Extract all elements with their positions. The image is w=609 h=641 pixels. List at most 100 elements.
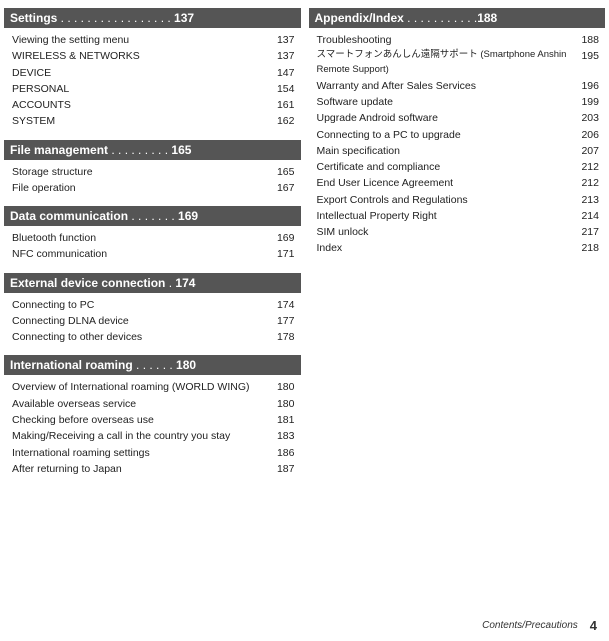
entry-title: Index xyxy=(317,240,572,256)
section-content-external-device: Connecting to PC174Connecting DLNA devic… xyxy=(4,295,301,352)
entry-title: Checking before overseas use xyxy=(12,412,267,428)
entry-page: 181 xyxy=(267,412,295,428)
entry-title: PERSONAL xyxy=(12,81,267,97)
entry-page: 161 xyxy=(267,97,295,113)
entry-title: Troubleshooting xyxy=(317,32,572,48)
entry-page: 217 xyxy=(571,224,599,240)
entry-page: 203 xyxy=(571,110,599,126)
entry-page: 171 xyxy=(267,246,295,262)
appendix-header: Appendix/Index . . . . . . . . . . .188 xyxy=(309,8,606,28)
entry-title: NFC communication xyxy=(12,246,267,262)
entry-page: 174 xyxy=(267,297,295,313)
footer-label: Contents/Precautions xyxy=(482,620,578,631)
appendix-title: Appendix/Index xyxy=(315,11,404,25)
entry-page: 213 xyxy=(571,192,599,208)
section-content-file-management: Storage structure165File operation167 xyxy=(4,162,301,203)
entry-title: Bluetooth function xyxy=(12,230,267,246)
section-file-management: File management . . . . . . . . . 165Sto… xyxy=(4,140,301,203)
toc-entry: Viewing the setting menu137 xyxy=(12,32,295,48)
section-header-data-communication: Data communication . . . . . . . 169 xyxy=(4,206,301,226)
toc-entry: Making/Receiving a call in the country y… xyxy=(12,428,295,444)
toc-entry: Export Controls and Regulations213 xyxy=(317,192,600,208)
entry-page: 165 xyxy=(267,164,295,180)
entry-title: Warranty and After Sales Services xyxy=(317,78,572,94)
section-international-roaming: International roaming . . . . . . 180 Ove… xyxy=(4,355,301,483)
entry-title: End User Licence Agreement xyxy=(317,175,572,191)
entry-page: 180 xyxy=(267,396,295,412)
entry-page: 206 xyxy=(571,127,599,143)
toc-entry: Certificate and compliance212 xyxy=(317,159,600,175)
entry-page: 178 xyxy=(267,329,295,345)
section-header-international-roaming: International roaming . . . . . . 180 xyxy=(4,355,301,375)
entry-page: 187 xyxy=(267,461,295,477)
entry-page: 212 xyxy=(571,175,599,191)
toc-entry: Intellectual Property Right214 xyxy=(317,208,600,224)
entry-page: 147 xyxy=(267,65,295,81)
section-header-page: 180 xyxy=(176,358,196,372)
entry-title: Overview of International roaming (WORLD… xyxy=(12,379,267,395)
entry-title: Certificate and compliance xyxy=(317,159,572,175)
entry-title: スマートフォンあんしん遠隔サポート (Smartphone Anshin Rem… xyxy=(317,48,572,77)
entry-title: Export Controls and Regulations xyxy=(317,192,572,208)
toc-entry: Connecting to a PC to upgrade206 xyxy=(317,127,600,143)
entry-title: File operation xyxy=(12,180,267,196)
entry-title: Viewing the setting menu xyxy=(12,32,267,48)
toc-entry: After returning to Japan187 xyxy=(12,461,295,477)
toc-entry: Troubleshooting188 xyxy=(317,32,600,48)
toc-entry: Upgrade Android software203 xyxy=(317,110,600,126)
section-content-data-communication: Bluetooth function169NFC communication17… xyxy=(4,228,301,269)
entry-title: ACCOUNTS xyxy=(12,97,267,113)
toc-entry: SYSTEM162 xyxy=(12,113,295,129)
toc-entry: ACCOUNTS161 xyxy=(12,97,295,113)
entry-page: 218 xyxy=(571,240,599,256)
section-header-title: International roaming xyxy=(10,358,133,372)
footer-page-number: 4 xyxy=(590,618,597,633)
entry-page: 214 xyxy=(571,208,599,224)
entry-title: Main specification xyxy=(317,143,572,159)
appendix-content: Troubleshooting188スマートフォンあんしん遠隔サポート (Sma… xyxy=(309,30,606,263)
section-external-device: External device connection . 174Connecti… xyxy=(4,273,301,352)
entry-page: 154 xyxy=(267,81,295,97)
entry-title: Upgrade Android software xyxy=(317,110,572,126)
entry-title: Making/Receiving a call in the country y… xyxy=(12,428,267,444)
entry-title: Connecting DLNA device xyxy=(12,313,267,329)
entry-page: 167 xyxy=(267,180,295,196)
toc-entry: End User Licence Agreement212 xyxy=(317,175,600,191)
section-header-title: Data communication xyxy=(10,209,128,223)
toc-entry: Storage structure165 xyxy=(12,164,295,180)
section-header-dots: . xyxy=(165,276,175,290)
section-content-settings: Viewing the setting menu137WIRELESS & NE… xyxy=(4,30,301,136)
toc-entry: Checking before overseas use181 xyxy=(12,412,295,428)
entry-page: 199 xyxy=(571,94,599,110)
entry-title: Software update xyxy=(317,94,572,110)
toc-entry: Index218 xyxy=(317,240,600,256)
section-header-dots: . . . . . . . . . xyxy=(108,143,171,157)
entry-title: International roaming settings xyxy=(12,445,267,461)
entry-page: 188 xyxy=(571,32,599,48)
section-header-page: 174 xyxy=(175,276,195,290)
entry-title: After returning to Japan xyxy=(12,461,267,477)
entry-page: 207 xyxy=(571,143,599,159)
toc-entry: Overview of International roaming (WORLD… xyxy=(12,379,295,395)
section-header-title: External device connection xyxy=(10,276,165,290)
toc-entry: Bluetooth function169 xyxy=(12,230,295,246)
toc-entry: NFC communication171 xyxy=(12,246,295,262)
left-column: Settings . . . . . . . . . . . . . . . .… xyxy=(0,8,305,487)
toc-entry: WIRELESS & NETWORKS137 xyxy=(12,48,295,64)
entry-page: 183 xyxy=(267,428,295,444)
footer: Contents/Precautions 4 xyxy=(482,618,597,633)
toc-entry: File operation167 xyxy=(12,180,295,196)
entry-page: 169 xyxy=(267,230,295,246)
section-header-file-management: File management . . . . . . . . . 165 xyxy=(4,140,301,160)
entry-title: Intellectual Property Right xyxy=(317,208,572,224)
section-data-communication: Data communication . . . . . . . 169Blue… xyxy=(4,206,301,269)
appendix-title-dots: . . . . . . . . . . . xyxy=(404,11,477,25)
entry-title: Available overseas service xyxy=(12,396,267,412)
entry-page: 212 xyxy=(571,159,599,175)
entry-title: WIRELESS & NETWORKS xyxy=(12,48,267,64)
toc-entry: Connecting to other devices178 xyxy=(12,329,295,345)
entry-page: 196 xyxy=(571,78,599,94)
toc-entry: Warranty and After Sales Services196 xyxy=(317,78,600,94)
entry-page: 195 xyxy=(571,48,599,77)
entry-page: 162 xyxy=(267,113,295,129)
